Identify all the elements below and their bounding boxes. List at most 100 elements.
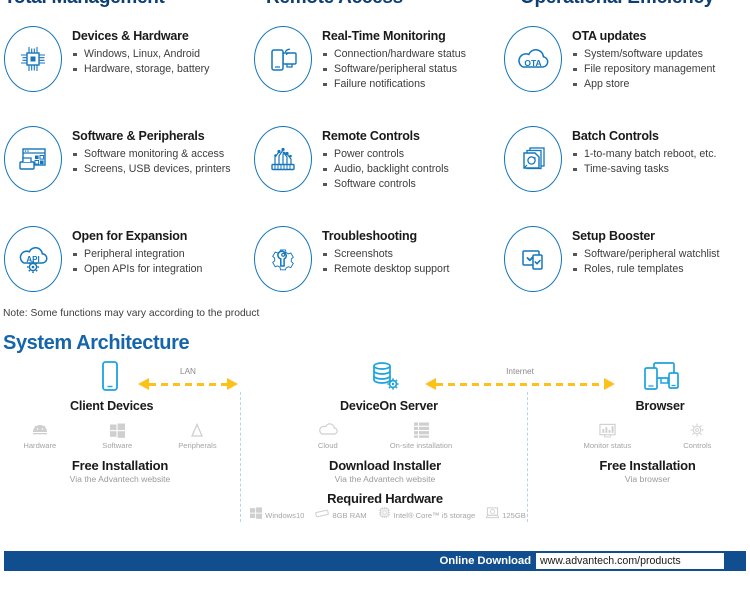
feature-title: Batch Controls (572, 129, 659, 143)
sub-item-onsite-installation: On-site installation (390, 420, 452, 450)
feature-bullets: Connection/hardware status Software/peri… (322, 47, 466, 92)
feature-bullet: Audio, backlight controls (322, 162, 449, 177)
batch-documents-icon (504, 126, 562, 192)
feature-text: Software & Peripherals Software monitori… (66, 124, 231, 177)
sub-label-hardware: Hardware (23, 441, 57, 450)
feature-card-setup-booster: Setup Booster Software/peripheral watchl… (500, 224, 750, 324)
feature-text: Devices & Hardware Windows, Linux, Andro… (66, 24, 209, 77)
software-printer-icon (4, 126, 62, 192)
spec-cpu-storage: Intel® Core™ i5 storage (378, 506, 476, 524)
feature-card-batch-controls: Batch Controls 1-to-many batch reboot, e… (500, 124, 750, 224)
arrow-left-icon (425, 378, 436, 390)
feature-bullet: Time-saving tasks (572, 162, 717, 177)
svg-text:API: API (26, 255, 39, 264)
arrow-dashes (436, 382, 604, 386)
mobile-monitoring-icon (254, 26, 312, 92)
feature-text: Remote Controls Power controls Audio, ba… (316, 124, 449, 192)
feature-bullets: Screenshots Remote desktop support (322, 247, 449, 277)
feature-bullet: Remote desktop support (322, 262, 449, 277)
feature-title: Troubleshooting (322, 229, 417, 243)
client-sub-icons: Hardware Software Peripherals (0, 420, 240, 450)
feature-icon-wrap (250, 224, 316, 292)
feature-bullet: Screens, USB devices, printers (72, 162, 231, 177)
sub-label-software: Software (102, 441, 133, 450)
devices-check-icon (504, 226, 562, 292)
spec-label: 125GB (502, 510, 526, 520)
hdd-icon (485, 506, 500, 524)
divider-right (527, 392, 528, 522)
link-label-internet: Internet (506, 367, 534, 376)
sub-item-cloud: Cloud (318, 420, 338, 450)
feature-title: Open for Expansion (72, 229, 188, 243)
browser-block-subtitle: Via browser (624, 474, 671, 484)
spec-label: Intel® Core™ i5 storage (393, 510, 476, 520)
feature-bullet: App store (572, 77, 715, 92)
ota-cloud-icon: OTA (504, 26, 562, 92)
multi-device-browser-icon (615, 360, 705, 399)
sub-label-controls: Controls (683, 441, 712, 450)
sub-item-monitor-status: Monitor status (583, 420, 632, 450)
feature-bullet: Screenshots (322, 247, 449, 262)
feature-bullet: Windows, Linux, Android (72, 47, 209, 62)
divider-left (240, 392, 241, 522)
section-heading-total-management: Total Management (0, 0, 250, 9)
feature-icon-wrap (0, 24, 66, 92)
architecture-diagram: Client Devices LAN DeviceOn Server Inter… (0, 360, 750, 530)
feature-bullets: Software/peripheral watchlist Roles, rul… (572, 247, 719, 277)
feature-card-devices-hardware: Devices & Hardware Windows, Linux, Andro… (0, 24, 250, 124)
svg-text:OTA: OTA (524, 58, 541, 68)
feature-title: OTA updates (572, 29, 647, 43)
cpu-chip-icon (4, 26, 62, 92)
feature-text: OTA updates System/software updates File… (566, 24, 715, 92)
feature-row: Devices & Hardware Windows, Linux, Andro… (0, 24, 750, 124)
node-label-browser: Browser (635, 399, 685, 413)
feature-grid: Devices & Hardware Windows, Linux, Andro… (0, 24, 750, 324)
section-headings: Total Management Remote Access Operation… (0, 0, 750, 9)
spec-label: 8GB RAM (332, 510, 367, 520)
spec-windows10: Windows10 (250, 506, 304, 524)
feature-bullet: Software controls (322, 177, 449, 192)
required-hardware-title: Required Hardware (327, 491, 443, 506)
feature-icon-wrap (250, 24, 316, 92)
gear-wrench-icon (254, 226, 312, 292)
feature-bullet: Connection/hardware status (322, 47, 466, 62)
feature-bullet: Failure notifications (322, 77, 466, 92)
sub-label-monitor-status: Monitor status (583, 441, 632, 450)
feature-title: Real-Time Monitoring (322, 29, 446, 43)
node-deviceon-server: DeviceOn Server (340, 360, 438, 413)
arrow-right-icon (604, 378, 615, 390)
server-block: Download Installer Via the Advantech web… (260, 458, 510, 484)
sub-label-cloud: Cloud (317, 441, 338, 450)
footer-url[interactable]: www.advantech.com/products (536, 553, 724, 569)
cloud-icon (318, 420, 338, 440)
feature-bullet: 1-to-many batch reboot, etc. (572, 147, 717, 162)
feature-bullets: Power controls Audio, backlight controls… (322, 147, 449, 192)
arrow-right-icon (227, 378, 238, 390)
required-hardware-heading: Required Hardware (260, 491, 510, 506)
sub-item-peripherals: Peripherals (178, 420, 217, 450)
feature-text: Troubleshooting Screenshots Remote deskt… (316, 224, 449, 277)
server-sub-icons: Cloud On-site installation (260, 420, 510, 450)
product-note: Note: Some functions may vary according … (3, 308, 260, 319)
node-label-deviceon-server: DeviceOn Server (340, 399, 438, 413)
feature-card-ota-updates: OTA OTA updates System/software updates … (500, 24, 750, 124)
arrow-left-icon (138, 378, 149, 390)
section-heading-operational-efficiency: Operational Efficiency (500, 0, 750, 9)
feature-card-remote-controls: Remote Controls Power controls Audio, ba… (250, 124, 500, 224)
windows-icon (102, 420, 132, 440)
client-block: Free Installation Via the Advantech webs… (0, 458, 240, 484)
feature-text: Batch Controls 1-to-many batch reboot, e… (566, 124, 717, 177)
ram-icon (315, 506, 330, 524)
controls-gear-icon (683, 420, 711, 440)
feature-icon-wrap (500, 224, 566, 292)
arrow-dashes (149, 382, 227, 386)
section-heading-remote-access: Remote Access (250, 0, 500, 9)
feature-icon-wrap (500, 124, 566, 192)
feature-text: Open for Expansion Peripheral integratio… (66, 224, 202, 277)
feature-bullet: Software/peripheral status (322, 62, 466, 77)
feature-bullet: System/software updates (572, 47, 715, 62)
android-icon (23, 420, 56, 440)
link-lan: LAN (138, 367, 238, 390)
feature-row: Software & Peripherals Software monitori… (0, 124, 750, 224)
feature-bullet: Software/peripheral watchlist (572, 247, 719, 262)
